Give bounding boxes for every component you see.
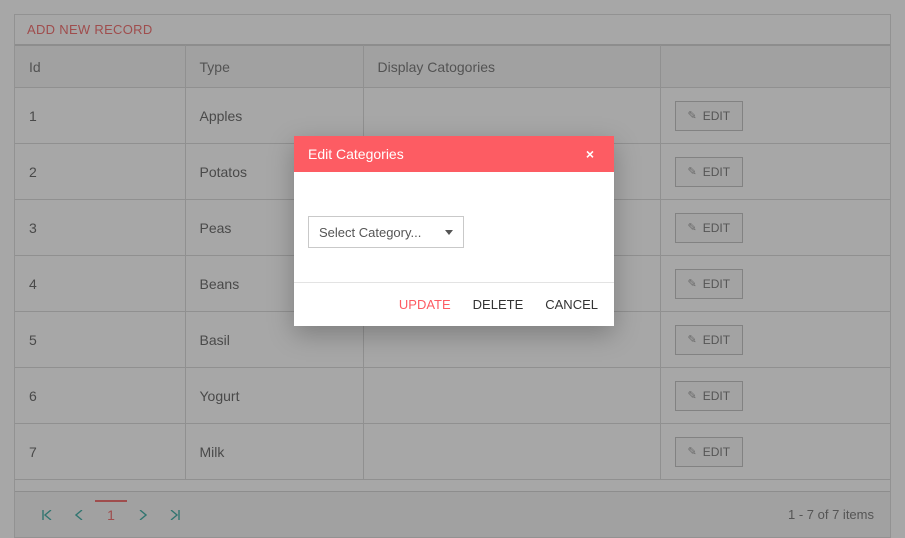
update-button[interactable]: UPDATE — [399, 297, 451, 312]
modal-footer: UPDATE DELETE CANCEL — [294, 282, 614, 326]
delete-button[interactable]: DELETE — [473, 297, 524, 312]
cancel-button[interactable]: CANCEL — [545, 297, 598, 312]
modal-title: Edit Categories — [308, 146, 404, 162]
modal-header: Edit Categories × — [294, 136, 614, 172]
dropdown-placeholder: Select Category... — [319, 225, 421, 240]
chevron-down-icon — [445, 230, 453, 235]
edit-categories-modal: Edit Categories × Select Category... UPD… — [294, 136, 614, 326]
close-icon[interactable]: × — [580, 144, 600, 164]
category-dropdown[interactable]: Select Category... — [308, 216, 464, 248]
modal-body: Select Category... — [294, 172, 614, 282]
